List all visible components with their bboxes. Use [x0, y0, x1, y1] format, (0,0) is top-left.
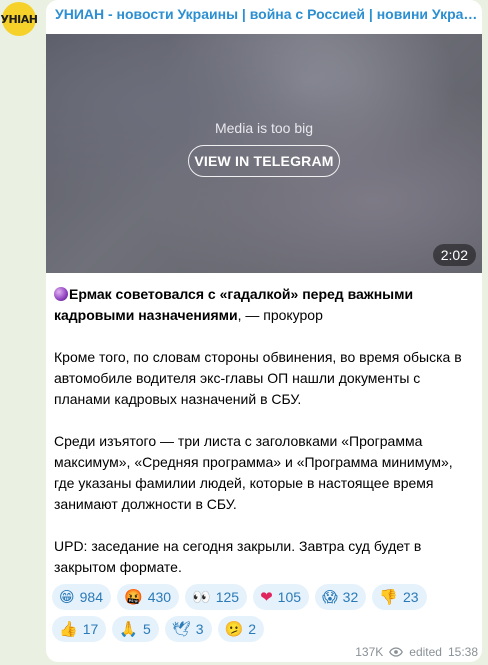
message-time: 15:38 — [447, 645, 478, 659]
reaction-dove[interactable]: 🕊 3 — [164, 616, 212, 642]
heart-emoji-icon: ❤ — [260, 587, 273, 606]
eyes-emoji-icon: 👀 — [192, 587, 211, 606]
reaction-cursing[interactable]: 🤬 430 — [117, 584, 180, 610]
message-footer: 137K edited 15:38 — [355, 645, 478, 659]
media-preview[interactable]: Media is too big VIEW IN TELEGRAM 2:02 — [46, 34, 482, 273]
eye-icon — [389, 647, 404, 657]
reaction-thumbs-down[interactable]: 👎 23 — [372, 584, 427, 610]
reaction-count: 17 — [82, 621, 99, 637]
headline-rest: , — прокурор — [237, 307, 323, 323]
edited-label: edited — [409, 645, 442, 659]
reaction-count: 23 — [402, 589, 419, 605]
reaction-count: 3 — [195, 621, 204, 637]
reaction-heart[interactable]: ❤ 105 — [253, 584, 310, 610]
reaction-count: 2 — [248, 621, 257, 637]
channel-name[interactable]: УНИАН - новости Украины | война с Россие… — [55, 6, 480, 22]
grin-emoji-icon: 😁 — [59, 587, 75, 606]
headline-paragraph: Ермак советовался с «гадалкой» перед важ… — [54, 284, 474, 326]
reaction-pray[interactable]: 🙏 5 — [112, 616, 159, 642]
unsure-face-emoji-icon: 🫤 — [224, 619, 244, 638]
reaction-grin[interactable]: 😁 984 — [52, 584, 111, 610]
dove-emoji-icon: 🕊 — [171, 619, 191, 638]
thumbs-down-emoji-icon: 👎 — [379, 587, 398, 606]
crystal-ball-icon — [54, 287, 68, 301]
reaction-scream[interactable]: 😱 32 — [315, 584, 367, 610]
reactions-bar: 😁 984 🤬 430 👀 125 ❤ 105 😱 32 👎 23 👍 17 🙏 5 🕊 3 🫤 2 — [52, 584, 480, 642]
reaction-count: 984 — [79, 589, 103, 605]
scream-emoji-icon: 😱 — [322, 587, 338, 606]
reaction-count: 105 — [277, 589, 302, 605]
headline-bold: Ермак советовался с «гадалкой» перед важ… — [54, 286, 414, 323]
message-text: Ермак советовался с «гадалкой» перед важ… — [54, 284, 474, 578]
view-in-telegram-button[interactable]: VIEW IN TELEGRAM — [188, 145, 340, 177]
media-too-big-note: Media is too big — [214, 120, 314, 136]
channel-avatar[interactable]: УНІАН — [1, 2, 38, 36]
reaction-count: 125 — [215, 589, 240, 605]
reaction-thumbs-up[interactable]: 👍 17 — [52, 616, 107, 642]
paragraph-update: UPD: заседание на сегодня закрыли. Завтр… — [54, 538, 422, 575]
reaction-unsure[interactable]: 🫤 2 — [217, 616, 265, 642]
reaction-eyes[interactable]: 👀 125 — [185, 584, 248, 610]
paragraph-search: Кроме того, по словам стороны обвинения,… — [54, 349, 462, 407]
video-duration-badge: 2:02 — [432, 244, 476, 266]
reaction-count: 32 — [342, 589, 359, 605]
thumbs-up-emoji-icon: 👍 — [59, 619, 78, 638]
view-count: 137K — [355, 645, 384, 659]
reaction-count: 430 — [147, 589, 172, 605]
reaction-count: 5 — [142, 621, 151, 637]
pray-emoji-icon: 🙏 — [119, 619, 138, 638]
paragraph-seized: Среди изъятого — три листа с заголовками… — [54, 433, 453, 512]
cursing-face-emoji-icon: 🤬 — [124, 587, 143, 606]
